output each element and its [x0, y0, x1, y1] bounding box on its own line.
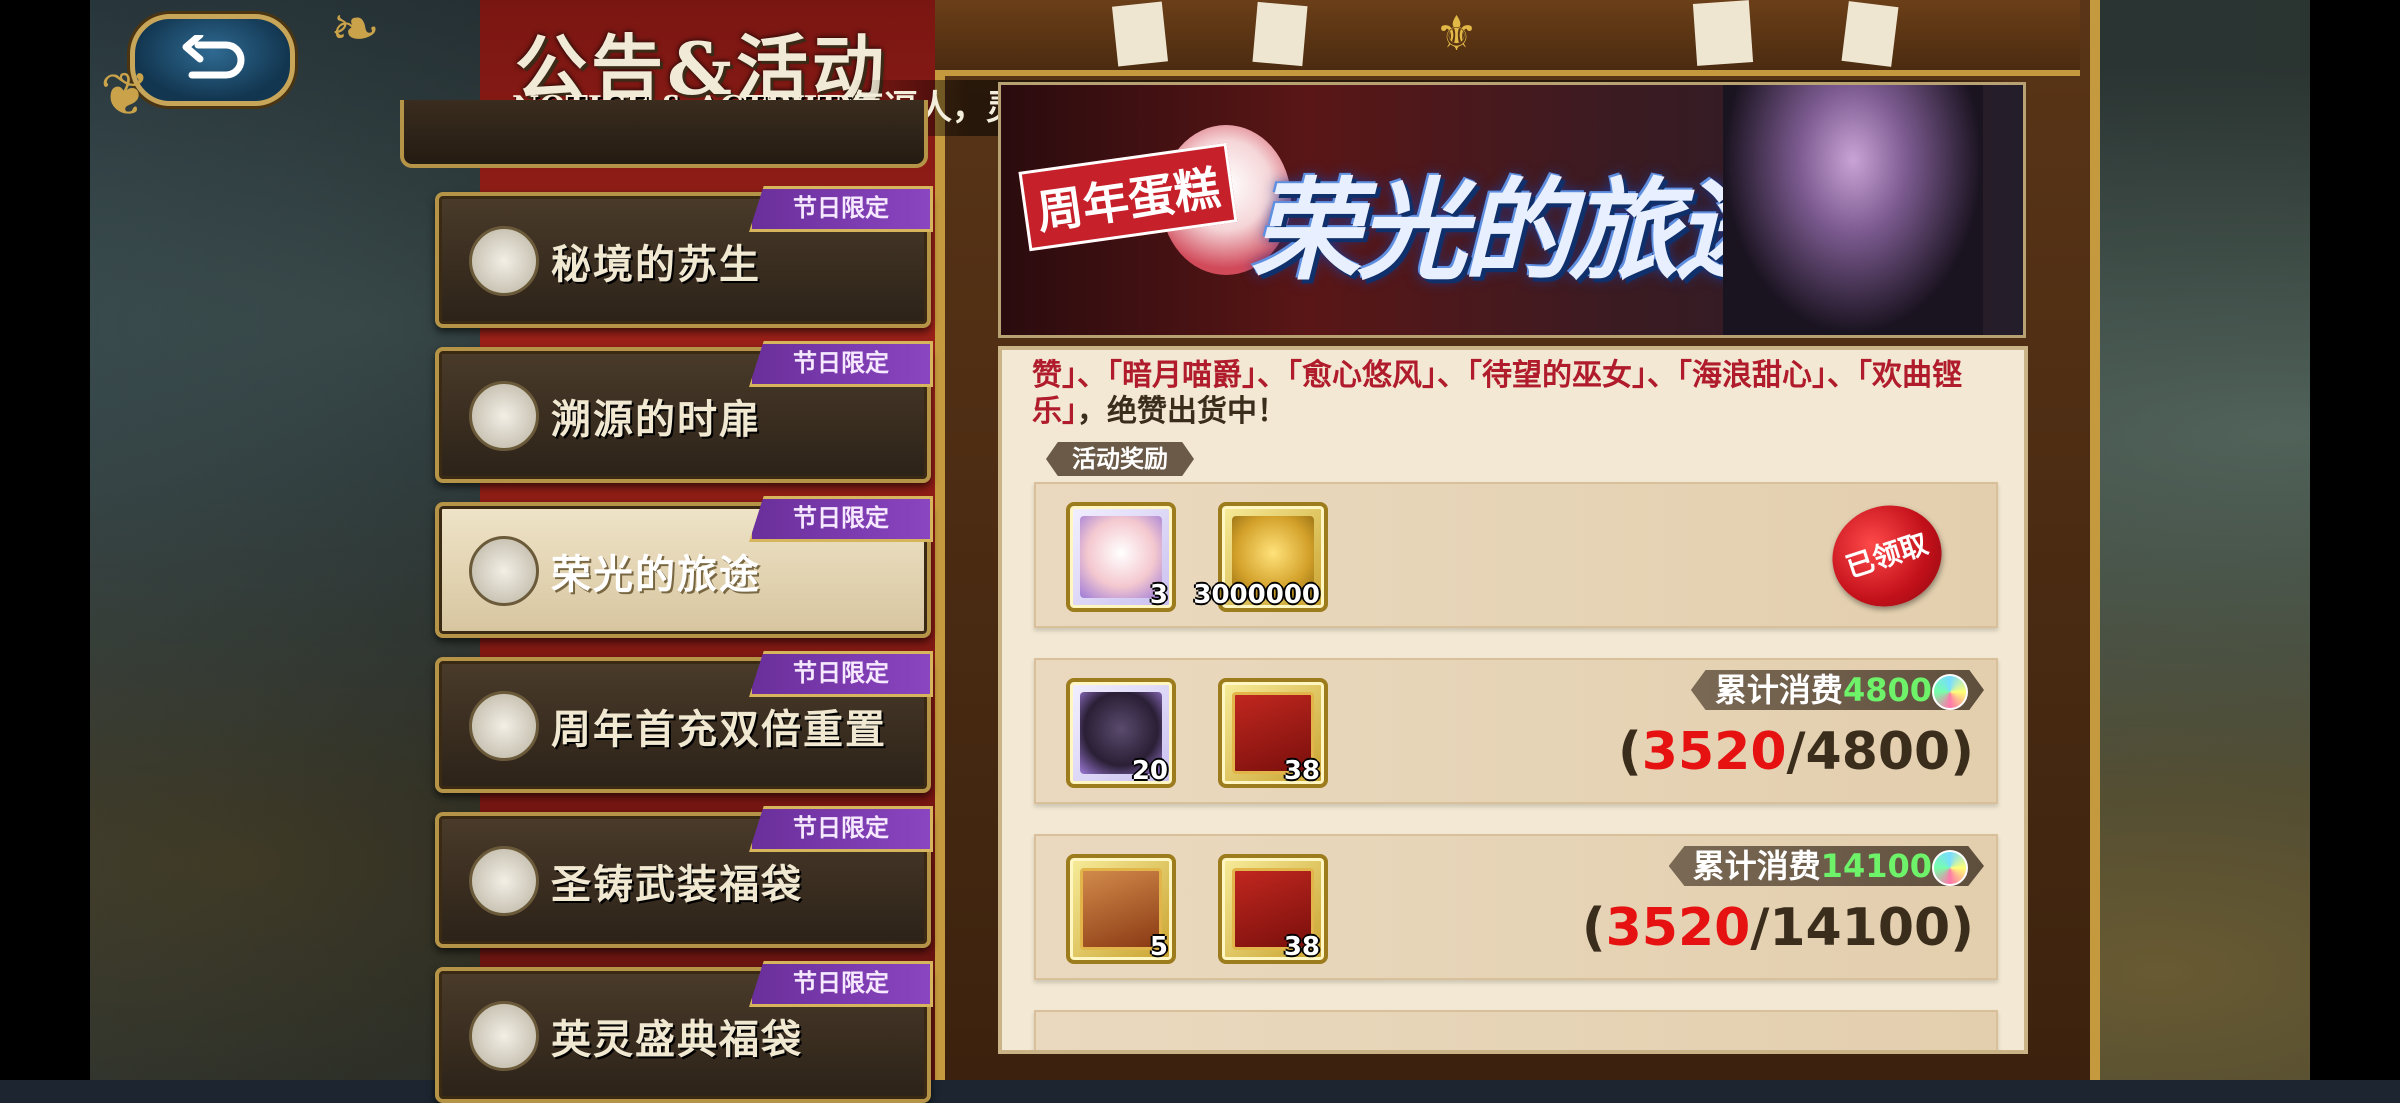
- sidebar-item-shouchong[interactable]: 周年首充双倍重置 节日限定: [435, 651, 933, 793]
- progress-total: /4800): [1786, 722, 1974, 782]
- progress-current: 3520: [1605, 898, 1751, 958]
- claimed-seal: 已领取: [1819, 491, 1955, 621]
- reward-count: 38: [1283, 932, 1320, 962]
- scroll-card-icon[interactable]: 5: [1066, 854, 1176, 964]
- letterbox-right: [2310, 0, 2400, 1080]
- sidebar-item-yingling[interactable]: 英灵盛典福袋 节日限定: [435, 961, 933, 1103]
- paper-note-icon: [1252, 1, 1308, 67]
- spend-value: 4800: [1842, 671, 1932, 709]
- sidebar-item-label: 英灵盛典福袋: [551, 1017, 803, 1063]
- reward-count: 3000000: [1193, 580, 1320, 610]
- return-arrow-icon: [182, 35, 244, 79]
- cake-item-icon[interactable]: 3: [1066, 502, 1176, 612]
- content-frame-top: ⚜: [935, 0, 2080, 76]
- shield-emblem-icon: [469, 1001, 539, 1071]
- reward-count: 3: [1149, 580, 1168, 610]
- sidebar-item-partial[interactable]: [400, 100, 928, 168]
- character-illustration: [1723, 85, 1983, 335]
- red-card-icon[interactable]: 38: [1218, 854, 1328, 964]
- pocket-watch-icon: [469, 381, 539, 451]
- back-button[interactable]: [130, 14, 295, 106]
- reward-count: 38: [1283, 756, 1320, 786]
- event-detail-panel[interactable]: 赞」、「暗月喵爵」、「愈心悠风」、「待望的巫女」、「海浪甜心」、「欢曲铿乐」，绝…: [998, 346, 2028, 1054]
- progress-total: /14100): [1750, 898, 1974, 958]
- shield-emblem-icon: [469, 846, 539, 916]
- progress-counter: (3520/4800): [1618, 722, 1974, 782]
- sidebar-item-label: 周年首充双倍重置: [551, 707, 887, 753]
- gold-crest-icon: ⚜: [1435, 6, 1479, 62]
- progress-open: (: [1618, 722, 1642, 782]
- gold-ornament-icon: ❧: [330, 0, 381, 64]
- rainbow-gem-icon: [1932, 850, 1968, 886]
- spend-value: 14100: [1820, 847, 1932, 885]
- festival-limited-badge: 节日限定: [749, 806, 933, 852]
- sidebar-item-label: 荣光的旅途: [551, 552, 761, 598]
- sidebar-item-rongguang[interactable]: 荣光的旅途 节日限定: [435, 496, 933, 638]
- sidebar-item-label: 秘境的苏生: [551, 242, 761, 288]
- banner-title: 荣光的旅途: [1251, 167, 1785, 295]
- paper-note-icon: [1112, 1, 1168, 67]
- reward-row-partial: [1034, 1010, 1998, 1050]
- sidebar-item-shengzhu[interactable]: 圣铸武装福袋 节日限定: [435, 806, 933, 948]
- festival-limited-badge: 节日限定: [749, 341, 933, 387]
- sidebar-item-label: 圣铸武装福袋: [551, 862, 803, 908]
- festival-limited-badge: 节日限定: [749, 186, 933, 232]
- progress-open: (: [1581, 898, 1606, 958]
- festival-limited-badge: 节日限定: [749, 496, 933, 542]
- sidebar-item-mijing[interactable]: 秘境的苏生 节日限定: [435, 186, 933, 328]
- pocket-watch-icon: [469, 226, 539, 296]
- shield-emblem-icon: [469, 536, 539, 606]
- reward-row: 20 38 累计消费4800 (3520/4800): [1034, 658, 1998, 804]
- sidebar-item-label: 溯源的时扉: [551, 397, 761, 443]
- reward-row: 3 3000000 已领取: [1034, 482, 1998, 628]
- red-card-icon[interactable]: 38: [1218, 678, 1328, 788]
- jar-item-icon[interactable]: 20: [1066, 678, 1176, 788]
- description-suffix: ，绝赞出货中！: [1077, 394, 1287, 429]
- gold-ornament-icon: ❦: [100, 60, 151, 130]
- spend-text: 累计消费: [1714, 671, 1843, 709]
- rainbow-gem-icon: [1932, 674, 1968, 710]
- reward-count: 5: [1149, 932, 1168, 962]
- gold-coin-icon[interactable]: 3000000: [1193, 502, 1328, 612]
- reward-count: 20: [1131, 756, 1168, 786]
- progress-counter: (3520/14100): [1582, 898, 1974, 958]
- festival-limited-badge: 节日限定: [749, 651, 933, 697]
- paper-note-icon: [1692, 0, 1754, 66]
- section-tag: 活动奖励: [1046, 442, 1194, 476]
- reward-row: 5 38 累计消费14100 (3520/14100): [1034, 834, 1998, 980]
- sidebar-item-suyuan[interactable]: 溯源的时扉 节日限定: [435, 341, 933, 483]
- paper-note-icon: [1841, 1, 1899, 67]
- spend-text: 累计消费: [1692, 847, 1821, 885]
- event-banner: 周年蛋糕 荣光的旅途: [998, 82, 2026, 338]
- event-description: 赞」、「暗月喵爵」、「愈心悠风」、「待望的巫女」、「海浪甜心」、「欢曲铿乐」，绝…: [1032, 358, 1992, 430]
- shield-emblem-icon: [469, 691, 539, 761]
- festival-limited-badge: 节日限定: [749, 961, 933, 1007]
- progress-current: 3520: [1641, 722, 1787, 782]
